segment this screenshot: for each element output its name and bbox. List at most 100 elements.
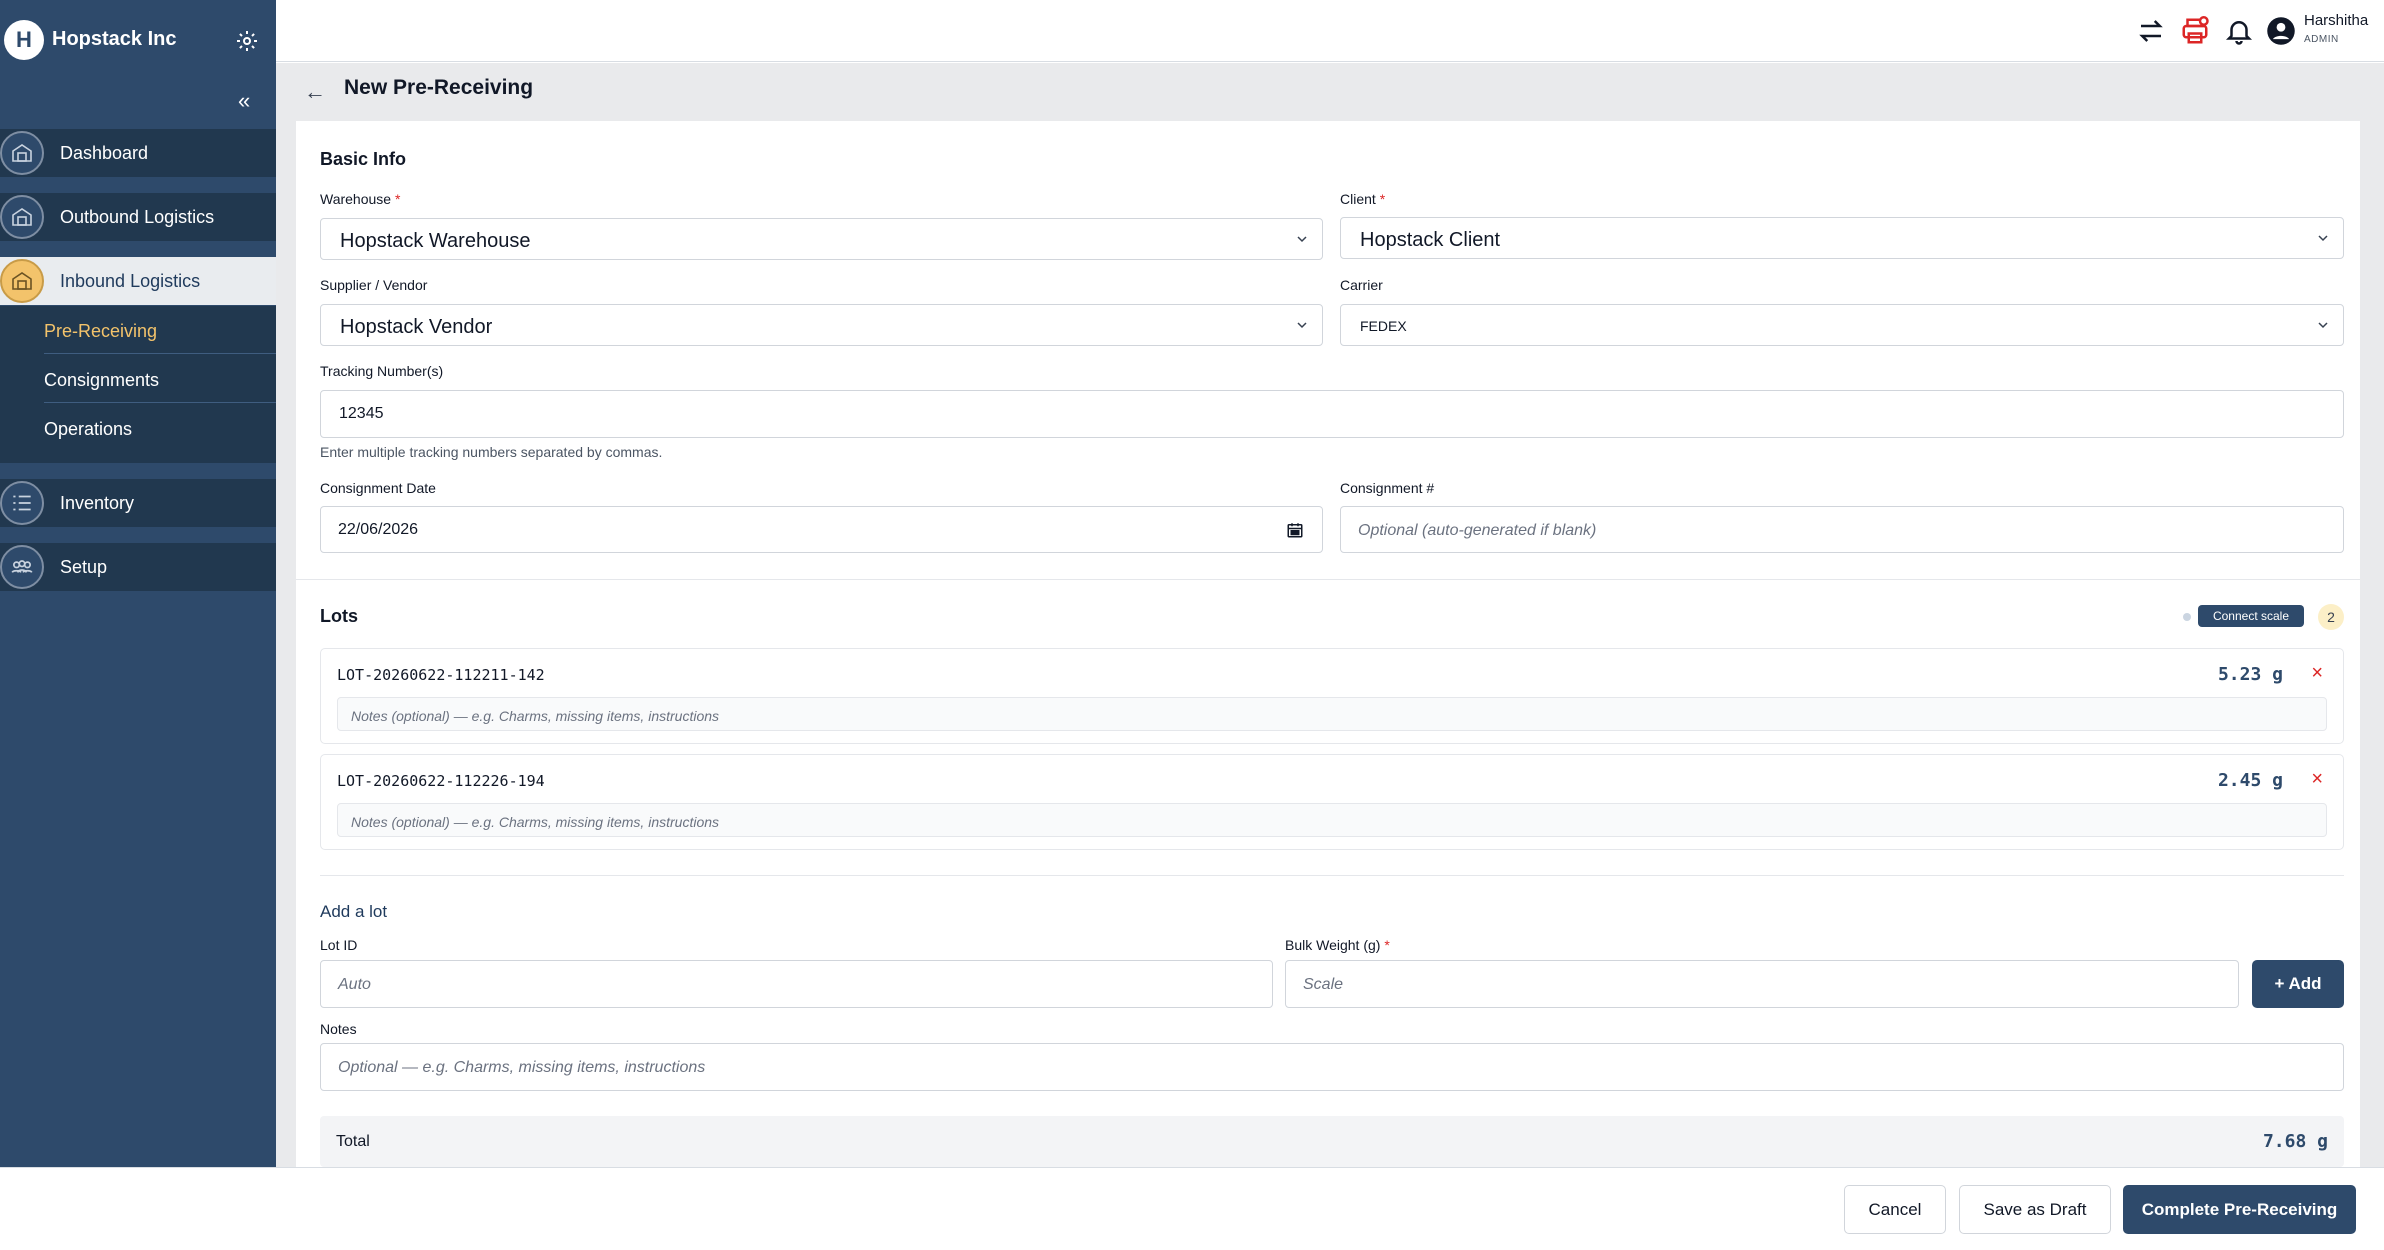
sidebar-item-outbound-logistics[interactable]: Outbound Logistics	[0, 193, 276, 241]
tracking-input[interactable]: 12345	[320, 390, 2344, 438]
lot-notes-placeholder: Notes (optional) — e.g. Charms, missing …	[351, 814, 720, 830]
client-label: Client *	[1340, 191, 1385, 207]
save-draft-button[interactable]: Save as Draft	[1959, 1185, 2111, 1234]
sidebar: H Hopstack Inc « Dashboard Outbound Logi…	[0, 0, 276, 1167]
sidebar-item-operations[interactable]: Operations	[0, 404, 276, 452]
sidebar-subitem-label: Pre-Receiving	[44, 321, 158, 341]
carrier-select[interactable]: FEDEX	[1340, 304, 2344, 346]
tracking-label: Tracking Number(s)	[320, 363, 444, 379]
tracking-value: 12345	[339, 405, 384, 422]
warehouse-select[interactable]: Hopstack Warehouse	[320, 218, 1323, 260]
consignment-date-label: Consignment Date	[320, 480, 436, 496]
printer-icon[interactable]	[2180, 16, 2210, 46]
warehouse-icon	[0, 131, 44, 175]
back-arrow-icon[interactable]: ←	[304, 79, 326, 105]
sidebar-item-label: Setup	[60, 557, 108, 577]
chevron-down-icon	[1297, 322, 1307, 329]
lot-notes-input[interactable]: Notes (optional) — e.g. Charms, missing …	[337, 803, 2327, 837]
consignment-date-input[interactable]: 22/06/2026	[320, 506, 1323, 553]
warehouse-label: Warehouse *	[320, 191, 400, 207]
sidebar-item-consignments[interactable]: Consignments	[0, 355, 276, 403]
divider	[44, 402, 276, 403]
lot-card: LOT-20260622-112211-142 5.23 g × Notes (…	[320, 648, 2344, 744]
client-label-text: Client	[1340, 191, 1376, 207]
divider	[320, 875, 2344, 876]
total-value: 7.68 g	[2262, 1131, 2328, 1152]
cancel-button[interactable]: Cancel	[1844, 1185, 1946, 1234]
footer-action-bar: Cancel Save as Draft Complete Pre-Receiv…	[0, 1167, 2384, 1250]
section-title-lots: Lots	[320, 606, 358, 626]
scale-status-dot	[2183, 613, 2191, 621]
required-mark: *	[1379, 191, 1386, 207]
chevron-down-icon	[1297, 236, 1307, 243]
page-header: ← New Pre-Receiving	[276, 63, 2384, 121]
calendar-icon[interactable]	[1286, 521, 1304, 539]
user-role: ADMIN	[2304, 34, 2339, 45]
bell-icon[interactable]	[2224, 16, 2254, 46]
brand-logo[interactable]: H	[4, 20, 44, 60]
lot-notes-input[interactable]: Notes (optional) — e.g. Charms, missing …	[337, 697, 2327, 731]
lot-id-placeholder: Auto	[338, 976, 371, 993]
top-bar: Harshitha ADMIN	[276, 0, 2384, 62]
supplier-value: Hopstack Vendor	[340, 316, 493, 338]
checklist-icon	[0, 481, 44, 525]
sidebar-item-label: Outbound Logistics	[60, 207, 215, 227]
user-name[interactable]: Harshitha	[2304, 12, 2368, 29]
bulk-weight-input[interactable]: Scale	[1285, 960, 2239, 1008]
collapse-sidebar-icon[interactable]: «	[238, 90, 262, 115]
lot-notes-placeholder: Notes (optional) — e.g. Charms, missing …	[351, 708, 720, 724]
bulk-weight-placeholder: Scale	[1303, 976, 1344, 993]
sidebar-item-inventory[interactable]: Inventory	[0, 479, 276, 527]
lot-weight: 5.23 g	[2217, 664, 2283, 685]
bulk-weight-label-text: Bulk Weight (g)	[1285, 937, 1381, 953]
lot-id: LOT-20260622-112211-142	[337, 666, 545, 684]
users-group-icon	[0, 545, 44, 589]
client-select[interactable]: Hopstack Client	[1340, 217, 2344, 259]
consignment-date-value: 22/06/2026	[338, 521, 419, 538]
divider	[296, 579, 2360, 580]
warehouse-icon	[0, 195, 44, 239]
form-panel	[296, 121, 2360, 1167]
gear-icon[interactable]	[235, 29, 259, 53]
lot-weight: 2.45 g	[2217, 770, 2283, 791]
connect-scale-button[interactable]: Connect scale	[2198, 605, 2304, 627]
sidebar-item-label: Dashboard	[60, 143, 149, 163]
sidebar-item-pre-receiving[interactable]: Pre-Receiving	[0, 306, 276, 354]
page-title: New Pre-Receiving	[344, 76, 534, 99]
tracking-hint: Enter multiple tracking numbers separate…	[320, 444, 663, 460]
required-mark: *	[1384, 937, 1390, 953]
swap-icon[interactable]	[2136, 16, 2166, 46]
remove-lot-icon[interactable]: ×	[2311, 768, 2323, 791]
add-lot-button[interactable]: + Add	[2252, 960, 2344, 1008]
divider	[44, 353, 276, 354]
brand: H Hopstack Inc	[0, 0, 276, 82]
sidebar-item-inbound-logistics[interactable]: Inbound Logistics	[0, 257, 276, 305]
sidebar-item-setup[interactable]: Setup	[0, 543, 276, 591]
sidebar-item-label: Inventory	[60, 493, 135, 513]
sidebar-item-dashboard[interactable]: Dashboard	[0, 129, 276, 177]
sidebar-subitem-label: Operations	[44, 419, 133, 439]
sidebar-item-label: Inbound Logistics	[60, 271, 201, 291]
warehouse-label-text: Warehouse	[320, 191, 392, 207]
bulk-weight-label: Bulk Weight (g) *	[1285, 937, 1390, 953]
lot-card: LOT-20260622-112226-194 2.45 g × Notes (…	[320, 754, 2344, 850]
lot-id-input[interactable]: Auto	[320, 960, 1273, 1008]
carrier-value: FEDEX	[1360, 318, 1407, 334]
inbound-submenu: Pre-Receiving Consignments Operations	[0, 306, 276, 463]
section-title-basic-info: Basic Info	[320, 149, 407, 169]
consignment-number-input[interactable]: Optional (auto-generated if blank)	[1340, 506, 2344, 553]
required-mark: *	[394, 191, 401, 207]
add-lot-title: Add a lot	[320, 902, 388, 921]
complete-pre-receiving-button[interactable]: Complete Pre-Receiving	[2123, 1185, 2356, 1234]
lot-count-badge: 2	[2318, 604, 2344, 630]
total-label: Total	[336, 1133, 370, 1150]
warehouse-value: Hopstack Warehouse	[340, 230, 531, 252]
user-avatar-icon[interactable]	[2266, 16, 2296, 46]
brand-name: Hopstack Inc	[52, 28, 177, 50]
consignment-number-label: Consignment #	[1340, 480, 1435, 496]
supplier-select[interactable]: Hopstack Vendor	[320, 304, 1323, 346]
remove-lot-icon[interactable]: ×	[2311, 662, 2323, 685]
chevron-down-icon	[2318, 235, 2328, 242]
warehouse-icon	[0, 259, 44, 303]
notes-input[interactable]: Optional — e.g. Charms, missing items, i…	[320, 1043, 2344, 1091]
